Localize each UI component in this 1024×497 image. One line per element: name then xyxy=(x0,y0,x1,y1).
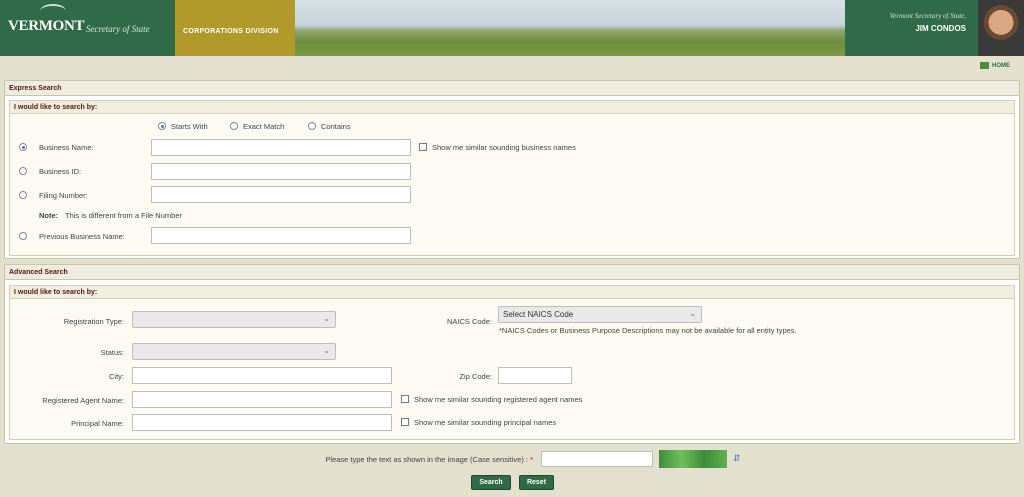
advanced-search-title: Advanced Search xyxy=(5,265,1019,280)
official-block: Vermont Secretary of State, JIM CONDOS xyxy=(845,0,1024,56)
search-button[interactable]: Search xyxy=(471,475,511,490)
filing-number-input[interactable] xyxy=(151,186,411,203)
registered-agent-input[interactable] xyxy=(132,391,392,408)
office-name: Secretary of State xyxy=(86,24,150,34)
official-photo xyxy=(978,0,1024,56)
refresh-captcha-icon[interactable]: ⇵ xyxy=(733,453,741,464)
express-search-title: Express Search xyxy=(5,81,1019,96)
home-icon xyxy=(980,62,989,69)
home-label: HOME xyxy=(992,62,1010,69)
required-marker: * xyxy=(530,455,533,464)
header-banner: VERMONT Secretary of State CORPORATIONS … xyxy=(0,0,1024,56)
official-title: Vermont Secretary of State, xyxy=(889,12,966,20)
registered-agent-label: Registered Agent Name: xyxy=(42,396,124,405)
naics-code-value: Select NAICS Code xyxy=(503,310,574,319)
exact-match-label: Exact Match xyxy=(243,122,285,131)
city-label: City: xyxy=(109,372,124,381)
division-block: CORPORATIONS DIVISION xyxy=(175,0,295,56)
status-select[interactable]: ⌄ xyxy=(132,343,336,360)
advanced-search-subtitle: I would like to search by: xyxy=(10,286,1014,299)
registration-type-label: Registration Type: xyxy=(63,317,124,326)
home-link[interactable]: HOME xyxy=(980,62,1010,69)
business-name-label: Business Name: xyxy=(39,143,94,152)
chevron-down-icon: ⌄ xyxy=(323,314,330,323)
advanced-search-panel: Advanced Search I would like to search b… xyxy=(4,264,1020,444)
radio-business-name[interactable] xyxy=(19,143,27,151)
radio-starts-with[interactable] xyxy=(158,122,166,130)
express-search-inner: I would like to search by: Starts With E… xyxy=(9,100,1015,256)
reset-button[interactable]: Reset xyxy=(519,475,554,490)
business-name-input[interactable] xyxy=(151,139,411,156)
captcha-image xyxy=(659,450,727,468)
radio-exact-match[interactable] xyxy=(230,122,238,130)
express-search-panel: Express Search I would like to search by… xyxy=(4,80,1020,259)
business-id-label: Business ID: xyxy=(39,167,82,176)
previous-name-input[interactable] xyxy=(151,227,411,244)
similar-principal-label: Show me similar sounding principal names xyxy=(414,418,557,427)
starts-with-label: Starts With xyxy=(171,122,208,131)
vermont-logo[interactable]: VERMONT Secretary of State xyxy=(0,0,175,56)
zip-code-input[interactable] xyxy=(498,367,572,384)
naics-code-select[interactable]: Select NAICS Code ⌄ xyxy=(498,306,702,323)
similar-agent-checkbox[interactable] xyxy=(401,395,409,403)
business-id-input[interactable] xyxy=(151,163,411,180)
registration-type-select[interactable]: ⌄ xyxy=(132,311,336,328)
zip-code-label: Zip Code: xyxy=(459,372,492,381)
similar-agent-label: Show me similar sounding registered agen… xyxy=(414,395,583,404)
city-input[interactable] xyxy=(132,367,392,384)
chevron-down-icon: ⌄ xyxy=(689,309,696,318)
radio-business-id[interactable] xyxy=(19,167,27,175)
principal-name-input[interactable] xyxy=(132,414,392,431)
radio-contains[interactable] xyxy=(308,122,316,130)
note-text: This is different from a File Number xyxy=(65,211,182,220)
note-label: Note: xyxy=(39,211,59,220)
nav-bar: HOME xyxy=(0,56,1024,76)
official-name: JIM CONDOS xyxy=(915,24,966,33)
captcha-input[interactable] xyxy=(541,451,653,467)
state-name: VERMONT xyxy=(8,18,85,34)
naics-code-label: NAICS Code: xyxy=(446,317,492,326)
radio-filing-number[interactable] xyxy=(19,191,27,199)
division-name: CORPORATIONS DIVISION xyxy=(183,28,279,35)
similar-principal-checkbox[interactable] xyxy=(401,418,409,426)
radio-previous-name[interactable] xyxy=(19,232,27,240)
previous-name-label: Previous Business Name: xyxy=(39,232,125,241)
similar-business-checkbox[interactable] xyxy=(419,143,427,151)
contains-label: Contains xyxy=(321,122,351,131)
landscape-image xyxy=(295,0,845,56)
similar-business-label: Show me similar sounding business names xyxy=(432,143,576,152)
principal-name-label: Principal Name: xyxy=(71,419,124,428)
captcha-prompt: Please type the text as shown in the ima… xyxy=(325,455,533,464)
naics-note: *NAICS Codes or Business Purpose Descrip… xyxy=(499,326,797,335)
status-label: Status: xyxy=(100,348,124,357)
chevron-down-icon: ⌄ xyxy=(323,346,330,355)
express-search-subtitle: I would like to search by: xyxy=(10,101,1014,114)
filing-number-label: Filing Number: xyxy=(39,191,88,200)
advanced-search-inner: I would like to search by: Registration … xyxy=(9,285,1015,440)
crest-icon xyxy=(40,4,66,18)
